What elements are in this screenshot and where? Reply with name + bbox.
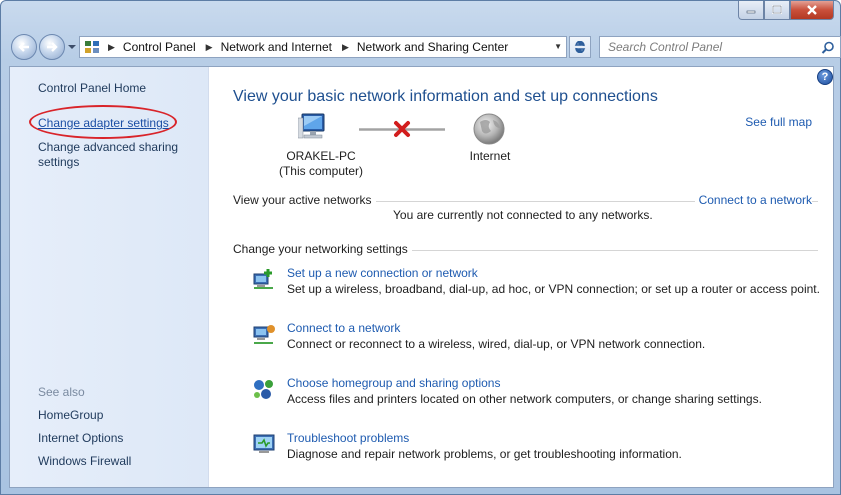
- main-panel: ? View your basic network information an…: [209, 67, 833, 487]
- breadcrumb-separator-icon[interactable]: ▶: [206, 42, 213, 53]
- networking-settings-heading: Change your networking settings: [233, 242, 412, 256]
- change-advanced-sharing-link[interactable]: Change advanced sharing settings: [38, 140, 188, 170]
- breadcrumb-separator-icon[interactable]: ▶: [108, 42, 115, 53]
- refresh-icon: [574, 41, 586, 53]
- homegroup-sharing-description: Access files and printers located on oth…: [287, 392, 762, 406]
- content-area: Control Panel Home Change adapter settin…: [9, 66, 834, 488]
- breadcrumb-separator-icon[interactable]: ▶: [342, 42, 349, 53]
- computer-icon[interactable]: [298, 112, 332, 144]
- internet-label: Internet: [469, 149, 511, 163]
- troubleshoot-link[interactable]: Troubleshoot problems: [287, 431, 409, 445]
- breadcrumb-control-panel[interactable]: Control Panel: [123, 40, 196, 54]
- active-networks-heading: View your active networks: [233, 193, 376, 207]
- setup-connection-description: Set up a wireless, broadband, dial-up, a…: [287, 282, 820, 296]
- connect-to-network-description: Connect or reconnect to a wireless, wire…: [287, 337, 706, 351]
- minimize-button[interactable]: [738, 1, 764, 20]
- back-arrow-icon: [18, 42, 29, 52]
- homegroup-link[interactable]: HomeGroup: [38, 408, 103, 423]
- connection-status-text: You are currently not connected to any n…: [393, 208, 653, 222]
- back-button[interactable]: [11, 34, 37, 60]
- task-pane: Control Panel Home Change adapter settin…: [10, 67, 209, 487]
- forward-arrow-icon: [47, 42, 58, 52]
- this-computer-label: ORAKEL-PC (This computer): [271, 149, 371, 179]
- new-connection-icon: [253, 269, 273, 289]
- forward-button[interactable]: [39, 34, 65, 60]
- homegroup-icon: [254, 380, 273, 399]
- chevron-down-icon: [68, 45, 76, 49]
- close-button[interactable]: [790, 1, 834, 20]
- maximize-icon: [772, 5, 782, 14]
- troubleshoot-icon: [253, 434, 275, 453]
- computer-sub: (This computer): [278, 164, 364, 178]
- breadcrumb-network-and-sharing-center[interactable]: Network and Sharing Center: [357, 40, 508, 54]
- control-panel-home-link[interactable]: Control Panel Home: [38, 81, 146, 96]
- internet-globe-icon[interactable]: [472, 112, 506, 146]
- explorer-window: ▶ Control Panel ▶ Network and Internet ▶…: [0, 0, 841, 495]
- connect-to-network-link[interactable]: Connect to a network: [694, 193, 812, 207]
- see-also-heading: See also: [38, 385, 85, 399]
- disconnected-x-icon[interactable]: [393, 120, 411, 138]
- control-panel-icon: [85, 41, 99, 53]
- close-icon: [807, 5, 817, 15]
- maximize-button[interactable]: [764, 1, 790, 20]
- change-adapter-settings-link[interactable]: Change adapter settings: [38, 116, 169, 131]
- minimize-icon: [746, 10, 756, 14]
- address-bar[interactable]: ▶ Control Panel ▶ Network and Internet ▶…: [79, 36, 567, 58]
- troubleshoot-description: Diagnose and repair network problems, or…: [287, 447, 682, 461]
- refresh-button[interactable]: [569, 36, 591, 58]
- address-dropdown-icon[interactable]: ▼: [554, 42, 562, 51]
- see-full-map-link[interactable]: See full map: [745, 115, 812, 129]
- breadcrumb-network-and-internet[interactable]: Network and Internet: [221, 40, 332, 54]
- computer-name: ORAKEL-PC: [286, 149, 356, 163]
- search-input[interactable]: [606, 39, 815, 55]
- search-icon[interactable]: [821, 41, 835, 55]
- connect-network-icon: [253, 325, 275, 344]
- search-box[interactable]: [599, 36, 841, 58]
- internet-options-link[interactable]: Internet Options: [38, 431, 123, 446]
- page-title: View your basic network information and …: [233, 88, 658, 105]
- navigation-bar: ▶ Control Panel ▶ Network and Internet ▶…: [9, 33, 841, 61]
- connect-to-network-task-link[interactable]: Connect to a network: [287, 321, 400, 335]
- caption-buttons: [738, 1, 834, 21]
- recent-pages-dropdown[interactable]: [67, 41, 77, 53]
- setup-connection-link[interactable]: Set up a new connection or network: [287, 266, 478, 280]
- homegroup-sharing-link[interactable]: Choose homegroup and sharing options: [287, 376, 500, 390]
- help-icon[interactable]: ?: [817, 69, 833, 85]
- windows-firewall-link[interactable]: Windows Firewall: [38, 454, 131, 469]
